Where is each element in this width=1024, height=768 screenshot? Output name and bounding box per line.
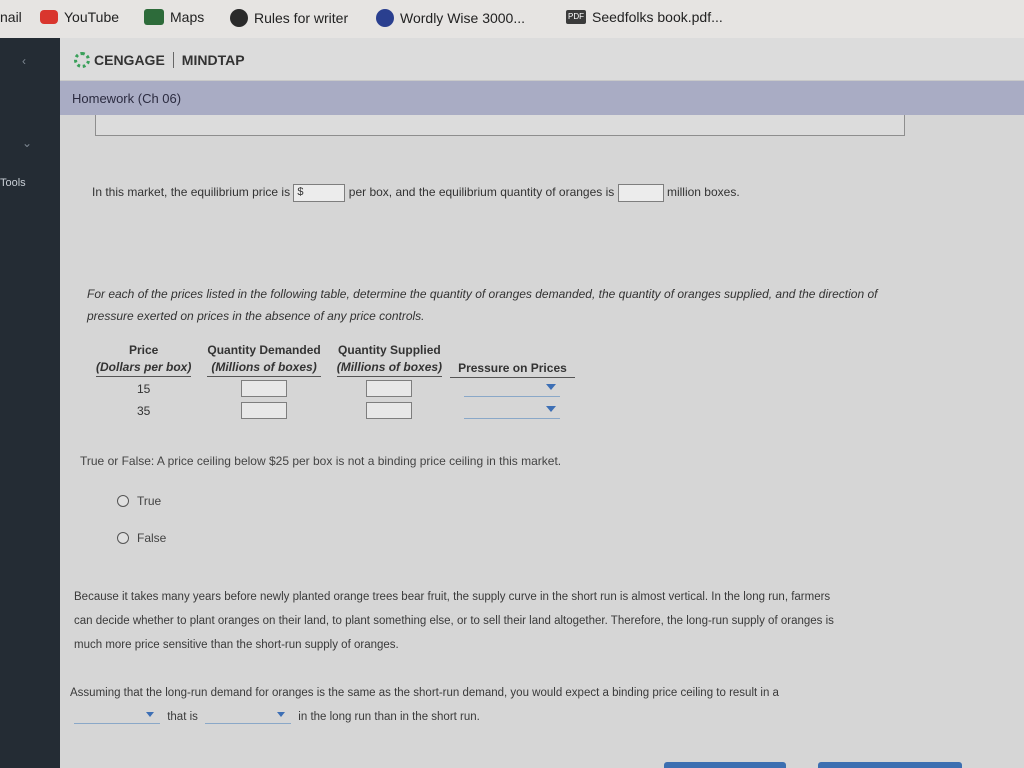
action-button-2[interactable]: [818, 762, 962, 768]
table-prompt-line1: For each of the prices listed in the fol…: [87, 287, 878, 301]
bookmark-maps[interactable]: Maps: [144, 9, 204, 25]
equilibrium-question: In this market, the equilibrium price is…: [92, 184, 740, 202]
radio-circle-icon[interactable]: [117, 495, 129, 507]
youtube-icon: [40, 10, 58, 24]
equilibrium-quantity-input[interactable]: [617, 184, 664, 202]
qs-input[interactable]: [366, 402, 413, 419]
quizlet-icon: [376, 9, 394, 27]
chevron-left-icon[interactable]: ‹: [22, 54, 26, 68]
col-pressure: Pressure on Prices: [450, 342, 575, 378]
brand-name: CENGAGE: [94, 52, 165, 68]
final-question-mid: that is: [167, 711, 198, 723]
col-qd-unit: (Millions of boxes): [207, 359, 321, 377]
qd-input[interactable]: [241, 380, 288, 397]
bookmark-youtube[interactable]: YouTube: [40, 9, 119, 25]
col-qs-unit: (Millions of boxes): [336, 359, 443, 377]
radio-true-label: True: [137, 494, 162, 508]
dropdown-arrow-icon: [546, 405, 557, 412]
equilibrium-text-3: million boxes.: [666, 185, 740, 200]
equilibrium-price-input[interactable]: $: [293, 184, 346, 202]
pdf-icon: PDF: [566, 10, 586, 24]
explanation-paragraph: Because it takes many years before newly…: [74, 585, 834, 657]
bookmark-youtube-label: YouTube: [64, 9, 120, 25]
radio-false-label: False: [137, 531, 167, 545]
shortage-surplus-dropdown[interactable]: [74, 710, 160, 724]
bookmark-rules-label: Rules for writer: [254, 10, 349, 26]
col-qd: Quantity Demanded (Millions of boxes): [199, 342, 328, 377]
logo-divider: [172, 52, 174, 68]
qd-input[interactable]: [241, 402, 288, 419]
assignment-title: Homework (Ch 06): [72, 91, 182, 106]
graph-frame: [95, 115, 905, 136]
action-button-1[interactable]: [664, 762, 786, 768]
radio-circle-icon[interactable]: [117, 532, 129, 544]
qs-input[interactable]: [366, 380, 413, 397]
question-content: In this market, the equilibrium price is…: [60, 115, 1024, 768]
final-question: Assuming that the long-run demand for or…: [70, 681, 779, 729]
table-row: 15: [88, 377, 575, 399]
dollar-prefix: $: [297, 186, 304, 198]
table-row: 35: [88, 399, 575, 421]
true-false-question: True or False: A price ceiling below $25…: [80, 454, 562, 468]
dropdown-arrow-icon: [546, 383, 557, 390]
bookmark-wordly-label: Wordly Wise 3000...: [400, 10, 526, 26]
dropdown-arrow-icon: [277, 711, 286, 717]
col-price: Price (Dollars per box): [88, 342, 199, 377]
dropdown-arrow-icon: [146, 711, 154, 717]
final-question-line1: Assuming that the long-run demand for or…: [70, 687, 779, 699]
col-price-title: Price: [129, 343, 159, 357]
bookmark-seedfolks-label: Seedfolks book.pdf...: [592, 9, 723, 25]
final-question-line2: that is in the long run than in the shor…: [70, 705, 779, 729]
chevron-down-icon[interactable]: ⌄: [22, 136, 32, 150]
bookmark-maps-label: Maps: [170, 9, 205, 25]
table-prompt-line2: pressure exerted on prices in the absenc…: [87, 309, 425, 323]
product-name: MINDTAP: [181, 52, 245, 68]
bookmark-mail[interactable]: nail: [0, 9, 22, 25]
bookmark-rules[interactable]: Rules for writer: [230, 9, 348, 27]
col-price-unit: (Dollars per box): [96, 359, 192, 377]
maps-icon: [144, 9, 164, 25]
explanation-line3: much more price sensitive than the short…: [74, 639, 399, 651]
left-sidebar: ‹ ⌄ Tools: [0, 38, 60, 768]
radio-true[interactable]: True: [117, 494, 161, 508]
final-question-end: in the long run than in the short run.: [298, 711, 480, 723]
explanation-line2: can decide whether to plant oranges on t…: [74, 615, 834, 627]
col-qs: Quantity Supplied (Millions of boxes): [329, 342, 450, 377]
pressure-dropdown[interactable]: [464, 381, 561, 397]
app-header: CENGAGE MINDTAP: [60, 38, 1024, 81]
bookmark-seedfolks[interactable]: PDF Seedfolks book.pdf...: [566, 9, 723, 25]
rules-icon: [230, 9, 248, 27]
bookmarks-bar: nail YouTube Maps Rules for writer Wordl…: [0, 0, 1024, 39]
bookmark-wordly-wise[interactable]: Wordly Wise 3000...: [376, 9, 525, 27]
col-qs-title: Quantity Supplied: [338, 343, 441, 357]
row-price: 15: [137, 381, 151, 396]
assignment-bar: Homework (Ch 06): [60, 81, 1024, 115]
cengage-logo: CENGAGE MINDTAP: [74, 52, 245, 68]
equilibrium-text-2: per box, and the equilibrium quantity of…: [348, 185, 615, 200]
larger-smaller-dropdown[interactable]: [205, 710, 292, 724]
explanation-line1: Because it takes many years before newly…: [74, 591, 831, 603]
supply-demand-table: Price (Dollars per box) Quantity Demanded…: [88, 342, 575, 421]
pressure-dropdown[interactable]: [464, 403, 561, 419]
bookmark-mail-label: nail: [0, 9, 22, 25]
sidebar-tools[interactable]: Tools: [0, 177, 26, 189]
col-qd-title: Quantity Demanded: [207, 343, 321, 357]
row-price: 35: [137, 403, 151, 418]
equilibrium-text-1: In this market, the equilibrium price is: [92, 185, 291, 200]
cengage-logo-icon: [74, 52, 90, 68]
radio-false[interactable]: False: [117, 531, 166, 545]
